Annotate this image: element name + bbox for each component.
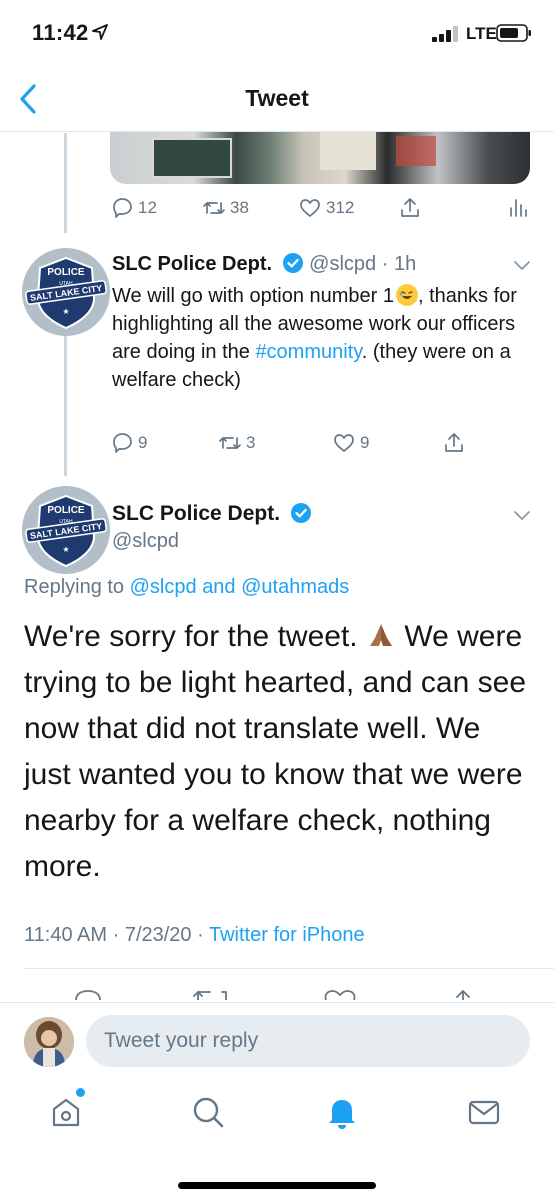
caret-down-icon[interactable] xyxy=(512,508,532,522)
home-indicator xyxy=(178,1182,376,1189)
status-bar: 11:42 LTE xyxy=(0,0,554,66)
like-icon xyxy=(300,199,320,217)
retweet-icon xyxy=(219,437,241,449)
main-author-name[interactable]: SLC Police Dept. xyxy=(112,502,312,526)
avatar[interactable]: POLICE SALT LAKE CITY UTAH ★ xyxy=(22,486,110,574)
meta-dot: · xyxy=(197,924,204,946)
tweet-text-part: We will go with option number 1 xyxy=(112,285,394,307)
badge-text-top: POLICE xyxy=(47,267,85,278)
reply-icon xyxy=(75,990,101,1000)
thread-line xyxy=(64,133,67,233)
author-handle[interactable]: @slcpd xyxy=(112,530,179,553)
reply-icon xyxy=(113,433,132,453)
reply-button[interactable]: 9 xyxy=(110,428,147,458)
user-avatar[interactable] xyxy=(24,1017,74,1067)
author-name[interactable]: SLC Police Dept. xyxy=(112,502,280,525)
badge-star-icon: ★ xyxy=(62,307,69,316)
page-title: Tweet xyxy=(245,85,309,111)
retweet-button[interactable]: 3 xyxy=(218,428,255,458)
share-icon xyxy=(401,198,419,217)
tweet-time-ago[interactable]: 1h xyxy=(394,253,416,275)
badge-text-state: UTAH xyxy=(59,281,73,287)
retweet-button[interactable]: 38 xyxy=(202,193,249,223)
like-icon xyxy=(324,990,356,1000)
badge-star-icon: ★ xyxy=(62,545,69,554)
hashtag-link[interactable]: #community xyxy=(255,341,361,363)
carrier-label: LTE xyxy=(466,24,497,43)
thread-line xyxy=(64,336,67,476)
reply-icon xyxy=(113,198,132,218)
reply-composer xyxy=(0,1002,554,1078)
author-name[interactable]: SLC Police Dept. xyxy=(112,253,272,275)
tweet-media-image[interactable] xyxy=(110,128,530,184)
analytics-button[interactable] xyxy=(506,193,534,223)
reply-count: 9 xyxy=(138,433,148,452)
police-badge-icon: POLICE SALT LAKE CITY UTAH ★ xyxy=(22,248,110,336)
like-count: 312 xyxy=(326,198,355,217)
reply-tweet-text: We will go with option number 1, thanks … xyxy=(112,282,522,394)
prev-tweet-actions: 12 38 312 xyxy=(110,193,530,223)
tweet-text-part: We were trying to be light hearted, and … xyxy=(24,620,527,883)
signal-icon xyxy=(432,26,458,42)
like-button[interactable]: 312 xyxy=(298,193,354,223)
like-icon xyxy=(334,434,354,452)
replying-user-link[interactable]: @utahmads xyxy=(241,576,349,598)
tab-bar xyxy=(0,1078,554,1200)
reply-tweet-header: SLC Police Dept. @slcpd · 1h xyxy=(112,252,416,276)
author-handle[interactable]: @slcpd xyxy=(309,253,376,275)
media-detail xyxy=(152,138,232,178)
nav-bar: Tweet xyxy=(0,66,554,132)
share-button[interactable] xyxy=(442,428,470,458)
tweet-meta: 11:40 AM · 7/23/20 · Twitter for iPhone xyxy=(24,924,365,947)
reply-button[interactable]: 12 xyxy=(110,193,157,223)
reply-count: 12 xyxy=(138,198,157,217)
share-button[interactable] xyxy=(398,193,426,223)
status-time: 11:42 xyxy=(32,20,89,45)
location-arrow-icon xyxy=(92,24,108,40)
retweet-count: 38 xyxy=(230,198,249,217)
replying-and[interactable]: and xyxy=(202,576,235,598)
reply-input[interactable] xyxy=(86,1015,530,1067)
home-icon[interactable] xyxy=(46,1092,86,1132)
share-icon xyxy=(456,989,470,1000)
tweet-source-link[interactable]: Twitter for iPhone xyxy=(209,924,365,946)
search-icon[interactable] xyxy=(188,1092,228,1132)
like-button[interactable]: 9 xyxy=(332,428,369,458)
tweet-text-part: We're sorry for the tweet. xyxy=(24,620,358,653)
retweet-count: 3 xyxy=(246,433,256,452)
separator-dot: · xyxy=(381,253,389,275)
retweet-icon xyxy=(203,202,225,214)
replying-user-link[interactable]: @slcpd xyxy=(130,576,197,598)
battery-icon xyxy=(496,24,531,42)
new-content-dot xyxy=(76,1088,85,1097)
verified-icon xyxy=(282,253,303,273)
main-tweet-text: We're sorry for the tweet. We were tryin… xyxy=(24,614,534,890)
analytics-icon xyxy=(510,199,527,217)
police-badge-icon: POLICE SALT LAKE CITY UTAH ★ xyxy=(22,486,110,574)
tweet-date: 7/23/20 xyxy=(124,924,192,946)
meta-dot: · xyxy=(112,924,120,946)
replying-prefix: Replying to xyxy=(24,576,125,598)
notifications-icon[interactable] xyxy=(322,1092,362,1132)
caret-down-icon[interactable] xyxy=(512,258,532,272)
messages-icon[interactable] xyxy=(464,1092,504,1132)
main-tweet-actions xyxy=(75,989,470,1000)
media-detail xyxy=(396,136,436,166)
folded-hands-emoji-icon xyxy=(369,624,392,646)
retweet-icon xyxy=(193,990,227,1000)
media-detail xyxy=(320,130,376,170)
share-icon xyxy=(445,433,463,452)
rolling-laughing-emoji-icon xyxy=(396,284,418,306)
replying-to: Replying to @slcpd and @utahmads xyxy=(24,576,349,599)
like-count: 9 xyxy=(360,433,370,452)
divider xyxy=(24,968,554,969)
user-avatar-image xyxy=(24,1017,74,1067)
verified-icon xyxy=(290,503,311,523)
badge-text-top: POLICE xyxy=(47,505,85,516)
tweet-time: 11:40 AM xyxy=(24,924,108,946)
badge-text-state: UTAH xyxy=(59,519,73,525)
avatar[interactable]: POLICE SALT LAKE CITY UTAH ★ xyxy=(22,248,110,336)
reply-tweet-actions: 9 3 9 xyxy=(110,428,530,458)
